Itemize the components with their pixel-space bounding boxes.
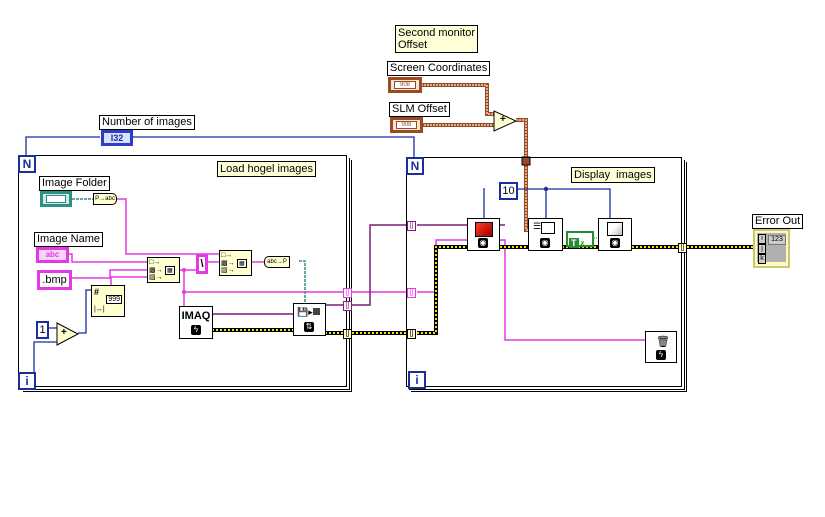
load-loop-error-tunnel: []: [343, 329, 352, 339]
format-into-string-node[interactable]: # 999 |↔|: [91, 285, 125, 317]
error-index-k: k: [758, 254, 766, 264]
path-to-string-glyph: P→abc: [95, 196, 115, 202]
concatenate-strings-node-2[interactable]: □→ ▩→ ▨→ ▦: [219, 250, 252, 276]
load-loop-iteration-terminal: i: [18, 372, 36, 390]
imaq-window-draw-node[interactable]: ◉: [467, 218, 500, 251]
error-out-value: 123: [768, 235, 786, 245]
bmp-extension-constant[interactable]: .bmp: [37, 270, 72, 290]
display-loop-image-tunnel: []: [407, 221, 416, 231]
number-of-images-label: Number of images: [99, 115, 195, 130]
backslash-constant[interactable]: \: [196, 254, 208, 274]
floppy-to-image-icon: 💾▸: [297, 307, 320, 318]
string-to-path-node[interactable]: abc→P: [264, 256, 290, 268]
imaq-window-setup-node[interactable]: ☰ ◉: [528, 218, 563, 251]
image-folder-label: Image Folder: [39, 176, 110, 191]
display-loop-error-out-tunnel: []: [678, 243, 687, 253]
image-folder-terminal[interactable]: [40, 191, 72, 207]
screen-coordinates-label: Screen Coordinates: [387, 61, 491, 76]
eye-icon: ◉: [540, 238, 550, 248]
string-to-path-glyph: abc→P: [267, 259, 287, 265]
image-window-icon: [475, 222, 493, 237]
number-of-images-terminal[interactable]: I32: [101, 130, 133, 146]
eye-icon: ◉: [478, 238, 488, 248]
error-index-i: i: [758, 234, 766, 244]
error-index-j: j: [758, 244, 766, 254]
slm-offset-label: SLM Offset: [389, 102, 450, 117]
load-loop-string-tunnel: []: [343, 288, 352, 298]
concatenate-strings-node-1[interactable]: □→ ▩→ ▨→ ▦: [147, 257, 180, 283]
screen-coordinates-terminal[interactable]: 908: [388, 77, 422, 93]
imaq-read-file-node[interactable]: 💾▸ ⇅: [293, 303, 326, 336]
note-second-monitor-offset: Second monitor Offset: [395, 25, 479, 53]
window-close-icon: [607, 222, 623, 236]
error-out-label: Error Out: [752, 214, 804, 229]
load-loop-count-terminal[interactable]: N: [18, 155, 36, 173]
display-loop-iteration-terminal: i: [408, 371, 426, 389]
display-loop-count-terminal[interactable]: N: [406, 157, 424, 175]
slm-offset-terminal[interactable]: 908: [390, 117, 423, 133]
imaq-create-node[interactable]: IMAQ ϟ: [179, 306, 213, 339]
load-loop-image-tunnel: []: [343, 301, 352, 311]
image-name-terminal[interactable]: abc: [36, 247, 69, 263]
format-number-glyph: 999: [106, 295, 122, 304]
path-to-string-node[interactable]: P→abc: [93, 193, 117, 205]
refresh-icon: ⇅: [304, 322, 314, 332]
display-loop-error-in-tunnel: []: [407, 329, 416, 339]
lightning-icon: ϟ: [656, 350, 666, 360]
window-number-constant[interactable]: 10: [499, 182, 518, 200]
error-out-indicator[interactable]: i j k 123: [753, 229, 790, 268]
imaq-dispose-node[interactable]: 🗑 ϟ: [645, 331, 677, 363]
true-constant[interactable]: T ✗: [566, 231, 594, 248]
add-offsets-symbol: +: [500, 114, 506, 125]
display-images-for-loop[interactable]: [406, 157, 682, 387]
display-loop-string-tunnel: []: [407, 288, 416, 298]
constant-one[interactable]: 1: [36, 321, 49, 339]
trash-icon: 🗑: [656, 336, 670, 348]
window-setup-icon: ☰: [533, 222, 556, 234]
lightning-icon: ϟ: [191, 325, 201, 335]
image-name-label: Image Name: [34, 232, 103, 247]
eye-icon: ◉: [610, 238, 620, 248]
imaq-window-close-node[interactable]: ◉: [598, 218, 632, 251]
add-one-symbol: +: [61, 327, 67, 338]
imaq-create-label: IMAQ: [181, 310, 211, 322]
